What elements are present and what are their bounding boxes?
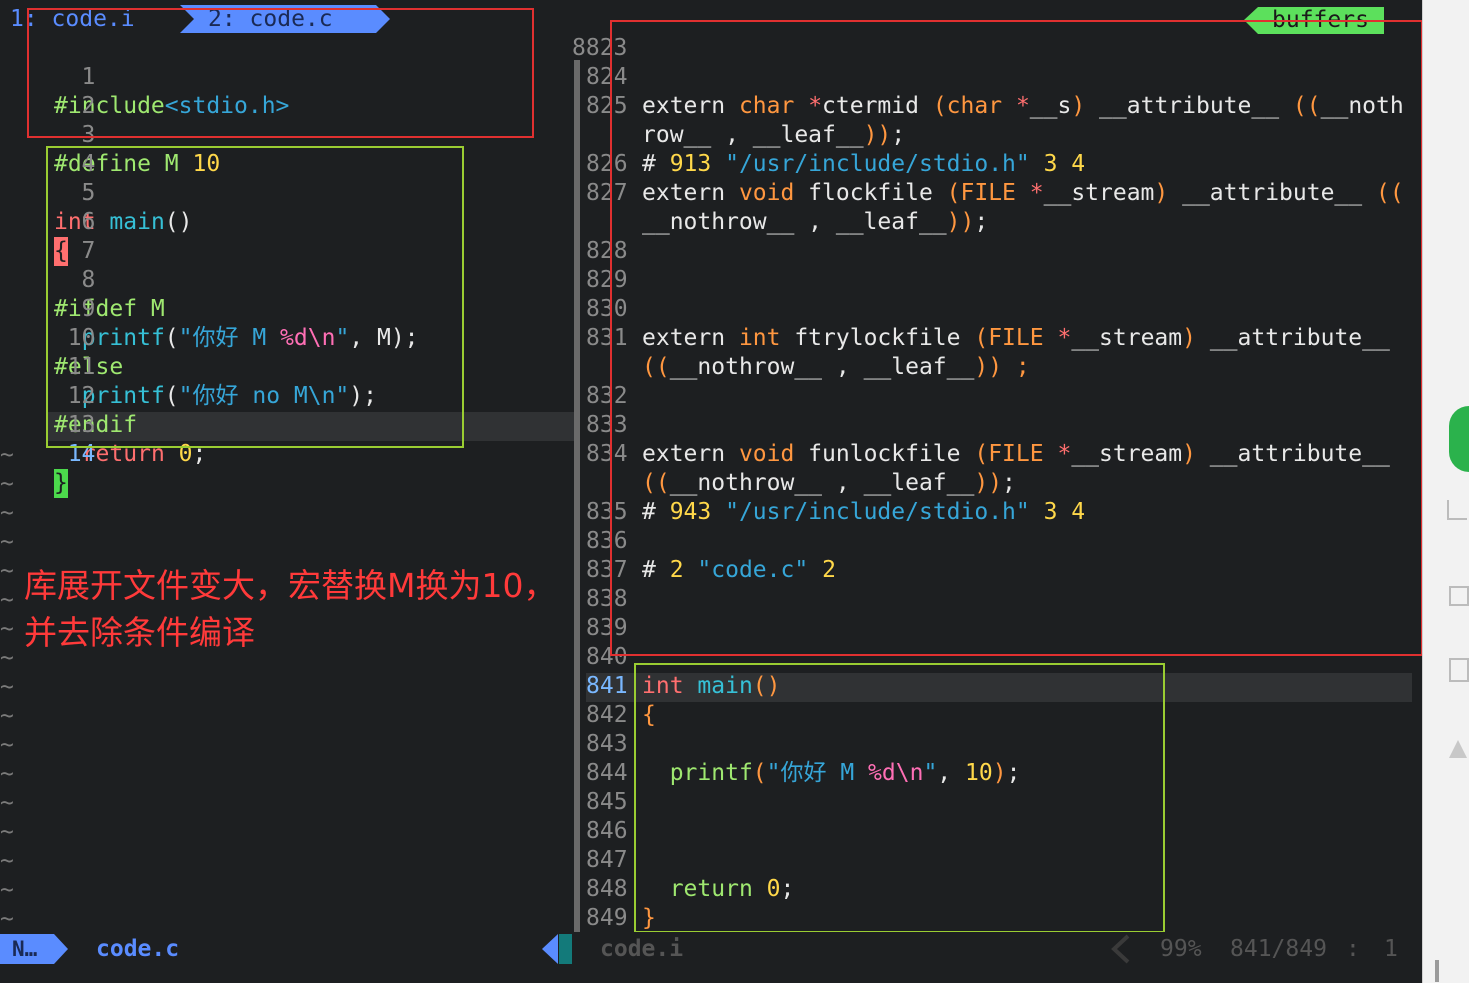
tilde-marker: ~ [0,906,14,932]
scroll-percent: 99% [1160,936,1202,962]
annotation-red-box-right [610,20,1423,656]
window-separator[interactable] [574,60,580,932]
right-filename[interactable]: code.i [600,934,683,964]
tilde-marker: ~ [0,645,14,671]
annotation-line-2: 并去除条件编译 [24,613,255,652]
cursor-position: 841/849 [1230,936,1327,962]
left-filename[interactable]: code.c [96,934,179,964]
annotation-green-box-left [46,146,464,448]
triangle-icon[interactable] [1449,740,1467,758]
green-floating-button[interactable] [1449,406,1469,472]
text-cursor: } [54,469,68,498]
right-window-marker [542,934,572,964]
tilde-marker: ~ [0,674,14,700]
line-number: 846 [586,818,628,844]
line-number: 849 [586,905,628,931]
scroll-indicator[interactable] [1435,960,1439,982]
tilde-marker: ~ [0,703,14,729]
annotation-note: 库展开文件变大，宏替换M换为10， 并去除条件编译 [24,562,556,656]
tilde-marker: ~ [0,761,14,787]
tilde-marker: ~ [0,558,14,584]
frame-icon[interactable] [1449,586,1469,606]
line-number: 845 [586,789,628,815]
tilde-marker: ~ [0,500,14,526]
tilde-marker: ~ [0,790,14,816]
window-icon[interactable] [1449,658,1469,682]
line-number: 847 [586,847,628,873]
tilde-marker: ~ [0,616,14,642]
side-toolbar [1422,0,1469,983]
tilde-marker: ~ [0,732,14,758]
cursor-column: 1 [1384,936,1398,962]
tilde-marker: ~ [0,529,14,555]
tilde-marker: ~ [0,848,14,874]
tilde-marker: ~ [0,587,14,613]
annotation-red-box-left [27,8,534,138]
line-number-current: 841 [586,673,628,699]
tilde-marker: ~ [0,877,14,903]
chevron-left-icon [1111,934,1130,964]
line-number: 848 [586,876,628,902]
line-number: 844 [586,760,628,786]
edit-icon[interactable] [1447,500,1467,520]
line-number: 843 [586,731,628,757]
annotation-green-box-right [634,663,1165,933]
line-number: 842 [586,702,628,728]
mode-indicator: N… [12,937,38,961]
tilde-marker: ~ [0,819,14,845]
position-separator: : [1346,936,1360,962]
tilde-marker: ~ [0,442,14,468]
annotation-line-1: 库展开文件变大，宏替换M换为10， [24,566,557,605]
statusline: N… code.c code.i 99% 841/849 : 1 [0,932,1422,966]
tilde-marker: ~ [0,471,14,497]
